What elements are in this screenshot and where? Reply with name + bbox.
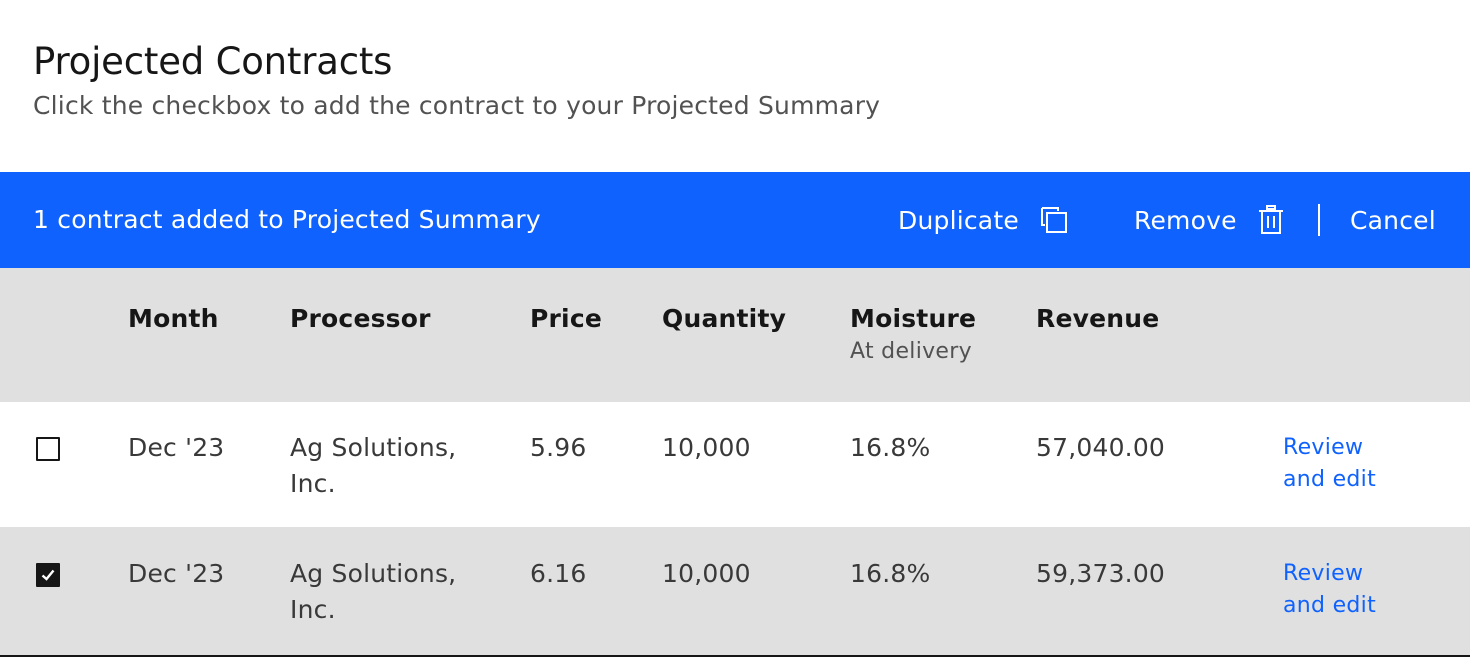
cell-processor: Ag Solutions, Inc. bbox=[290, 559, 457, 624]
cell-revenue: 59,373.00 bbox=[1036, 559, 1166, 588]
batch-action-bar: 1 contract added to Projected Summary Du… bbox=[0, 172, 1470, 268]
row-checkbox[interactable] bbox=[36, 437, 60, 461]
cancel-button[interactable]: Cancel bbox=[1350, 172, 1436, 268]
duplicate-button[interactable]: Duplicate bbox=[898, 172, 1069, 268]
trash-icon bbox=[1257, 205, 1285, 235]
cell-month: Dec '23 bbox=[128, 559, 225, 588]
column-header-moisture[interactable]: Moisture bbox=[850, 302, 976, 336]
cell-moisture: 16.8% bbox=[850, 433, 931, 462]
column-header-price[interactable]: Price bbox=[530, 302, 602, 336]
duplicate-label: Duplicate bbox=[898, 205, 1019, 235]
cell-revenue: 57,040.00 bbox=[1036, 433, 1166, 462]
copy-icon bbox=[1039, 205, 1069, 235]
page-header: Projected Contracts Click the checkbox t… bbox=[33, 38, 880, 126]
column-header-processor[interactable]: Processor bbox=[290, 302, 431, 336]
cell-price: 5.96 bbox=[530, 433, 587, 462]
table-header: Month Processor Price Quantity Moisture … bbox=[0, 268, 1470, 402]
cell-quantity: 10,000 bbox=[662, 559, 751, 588]
page-title: Projected Contracts bbox=[33, 40, 393, 83]
remove-label: Remove bbox=[1134, 205, 1237, 235]
column-header-revenue[interactable]: Revenue bbox=[1036, 302, 1159, 336]
cell-price: 6.16 bbox=[530, 559, 587, 588]
projected-contracts-page: Projected Contracts Click the checkbox t… bbox=[0, 0, 1470, 657]
column-subheader-moisture: At delivery bbox=[850, 339, 972, 364]
cell-quantity: 10,000 bbox=[662, 433, 751, 462]
cell-moisture: 16.8% bbox=[850, 559, 931, 588]
cell-month: Dec '23 bbox=[128, 433, 225, 462]
action-divider bbox=[1318, 204, 1320, 236]
selection-status: 1 contract added to Projected Summary bbox=[33, 205, 541, 234]
review-and-edit-link[interactable]: Review and edit bbox=[1283, 432, 1393, 496]
table-row: Dec '23 Ag Solutions, Inc. 6.16 10,000 1… bbox=[0, 528, 1470, 657]
review-and-edit-link[interactable]: Review and edit bbox=[1283, 558, 1393, 622]
column-header-month[interactable]: Month bbox=[128, 302, 219, 336]
row-checkbox[interactable] bbox=[36, 563, 60, 587]
page-subtitle: Click the checkbox to add the contract t… bbox=[33, 91, 881, 120]
remove-button[interactable]: Remove bbox=[1134, 172, 1285, 268]
cell-processor: Ag Solutions, Inc. bbox=[290, 433, 457, 498]
table-row: Dec '23 Ag Solutions, Inc. 5.96 10,000 1… bbox=[0, 402, 1470, 528]
cancel-label: Cancel bbox=[1350, 205, 1436, 235]
column-header-quantity[interactable]: Quantity bbox=[662, 302, 786, 336]
